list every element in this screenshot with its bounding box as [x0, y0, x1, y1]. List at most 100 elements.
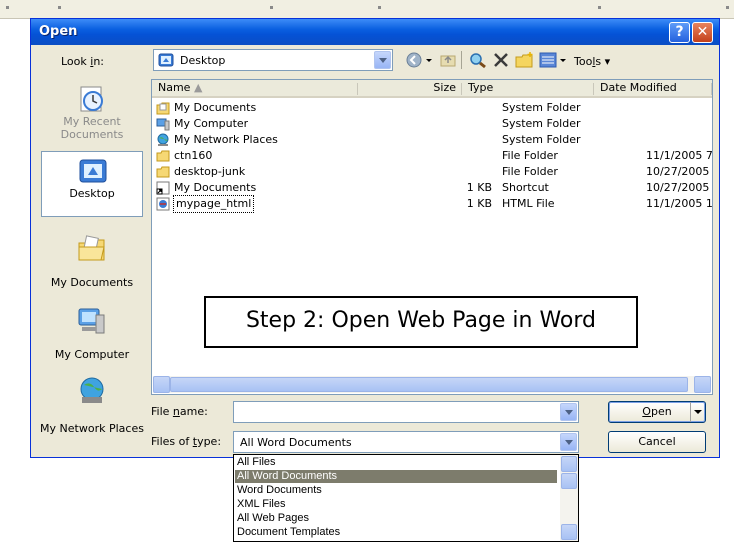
step-caption-box: Step 2: Open Web Page in Word [204, 296, 638, 348]
file-name: mypage_html [172, 195, 255, 213]
place-my-network-places[interactable]: My Network Places [37, 371, 147, 437]
chevron-down-icon[interactable] [560, 433, 577, 451]
look-in-label: Look in: [61, 55, 104, 68]
file-type-label-text: Files of [151, 435, 193, 448]
tools-menu-button[interactable]: Tools ▾ [574, 55, 610, 68]
network-places-icon [157, 133, 169, 146]
file-type-option[interactable]: XML Files [235, 498, 557, 511]
cancel-button[interactable]: Cancel [608, 431, 706, 453]
toolbar-separator [461, 51, 462, 69]
file-type-option[interactable]: All Files [235, 456, 557, 469]
ruler-tick [270, 6, 273, 9]
scroll-down-button[interactable] [561, 524, 577, 540]
places-bar: My Recent Documents Desktop My Documents [37, 79, 147, 455]
dialog-titlebar[interactable]: Open ? ✕ [31, 19, 719, 45]
scroll-left-button[interactable] [153, 376, 170, 393]
file-name: ctn160 [174, 149, 213, 162]
open-button[interactable]: Open [608, 401, 706, 423]
my-computer-icon [78, 308, 105, 334]
file-name-input[interactable] [233, 401, 579, 423]
html-file-icon [156, 197, 170, 211]
file-type-label-suffix: ype: [197, 435, 222, 448]
tools-label: Too [574, 55, 593, 68]
file-type: File Folder [502, 165, 558, 178]
file-date: 10/27/2005 9:06 / [646, 165, 712, 178]
file-type-dropdown[interactable]: All Word Documents [233, 431, 579, 453]
place-label: Desktop [69, 187, 115, 200]
place-my-documents[interactable]: My Documents [37, 229, 147, 295]
scroll-up-button[interactable] [561, 456, 577, 472]
file-size: 1 KB [466, 181, 492, 194]
file-type-option[interactable]: Document Templates [235, 526, 557, 539]
file-type-option[interactable]: All Web Pages [235, 512, 557, 525]
scroll-right-button[interactable] [694, 376, 711, 393]
file-row[interactable]: ctn160 File Folder 11/1/2005 7:55 AI [152, 148, 712, 164]
place-my-recent-documents[interactable]: My Recent Documents [37, 79, 147, 145]
file-type: Shortcut [502, 181, 549, 194]
ruler-tick [726, 6, 729, 9]
file-type-option[interactable]: Word Documents [235, 484, 557, 497]
views-icon[interactable] [539, 51, 569, 69]
file-type-label: Files of type: [151, 435, 221, 448]
ruler-tick [58, 6, 61, 9]
file-date: 11/1/2005 7:55 AI [646, 149, 712, 162]
file-row[interactable]: My Documents System Folder [152, 100, 712, 116]
my-documents-icon [156, 102, 170, 115]
file-type: File Folder [502, 149, 558, 162]
folder-icon [156, 150, 170, 162]
open-label: pen [650, 405, 672, 418]
scrollbar-thumb[interactable] [561, 473, 577, 489]
look-in-dropdown[interactable]: Desktop [153, 49, 393, 71]
file-row[interactable]: My Network Places System Folder [152, 132, 712, 148]
file-row[interactable]: mypage_html 1 KB HTML File 11/1/2005 10:… [152, 195, 712, 213]
file-type-option-selected[interactable]: All Word Documents [235, 470, 557, 483]
file-row[interactable]: desktop-junk File Folder 10/27/2005 9:06… [152, 164, 712, 180]
chevron-down-icon[interactable] [374, 51, 391, 69]
search-web-icon[interactable] [468, 51, 488, 69]
my-documents-icon [78, 235, 105, 261]
column-header-date-modified[interactable]: Date Modified [594, 80, 712, 98]
chevron-down-icon[interactable] [560, 403, 577, 421]
column-header-name[interactable]: Name ▲ [152, 80, 358, 98]
file-name-label-text: File [151, 405, 173, 418]
up-folder-icon[interactable] [439, 51, 457, 69]
file-name: desktop-junk [174, 165, 246, 178]
open-options-arrow-icon[interactable] [690, 402, 705, 422]
tools-label-suffix: s ▾ [595, 55, 611, 68]
column-header-size[interactable]: Size [358, 80, 462, 98]
help-button[interactable]: ? [669, 22, 690, 43]
column-name-label: Name [158, 81, 191, 94]
network-places-icon [80, 377, 104, 403]
horizontal-scrollbar[interactable] [153, 376, 711, 393]
close-button[interactable]: ✕ [692, 22, 713, 43]
file-type: System Folder [502, 101, 581, 114]
sort-ascending-icon: ▲ [193, 81, 203, 94]
step-caption: Step 2: Open Web Page in Word [245, 308, 597, 333]
look-in-label-suffix: n: [93, 55, 105, 68]
scrollbar-thumb[interactable] [170, 377, 688, 392]
column-header-type[interactable]: Type [462, 80, 594, 98]
file-row[interactable]: My Computer System Folder [152, 116, 712, 132]
background-window-strip [0, 0, 734, 19]
file-type-value: All Word Documents [240, 436, 352, 449]
look-in-value: Desktop [180, 54, 226, 67]
place-label: My Network Places [40, 422, 144, 435]
file-name-label-suffix: ame: [179, 405, 208, 418]
ruler-tick [378, 6, 381, 9]
place-desktop[interactable]: Desktop [41, 151, 143, 217]
options-scrollbar[interactable] [560, 455, 578, 541]
ruler-tick [598, 6, 601, 9]
file-type: HTML File [502, 197, 555, 210]
file-type-options-list[interactable]: All Files All Word Documents Word Docume… [233, 454, 579, 542]
new-folder-icon[interactable] [515, 51, 535, 69]
back-icon[interactable] [405, 51, 435, 69]
recent-documents-icon [80, 86, 103, 112]
file-name: My Documents [174, 101, 257, 114]
open-dialog: Open ? ✕ Look in: Desktop Tools ▾ My Rec… [30, 18, 720, 458]
place-label: My Computer [54, 348, 130, 361]
delete-icon[interactable] [492, 51, 510, 69]
file-row[interactable]: My Documents 1 KB Shortcut 10/27/2005 9:… [152, 180, 712, 196]
file-name-label: File name: [151, 405, 208, 418]
place-my-computer[interactable]: My Computer [37, 301, 147, 367]
place-label: My Recent Documents [60, 115, 124, 141]
